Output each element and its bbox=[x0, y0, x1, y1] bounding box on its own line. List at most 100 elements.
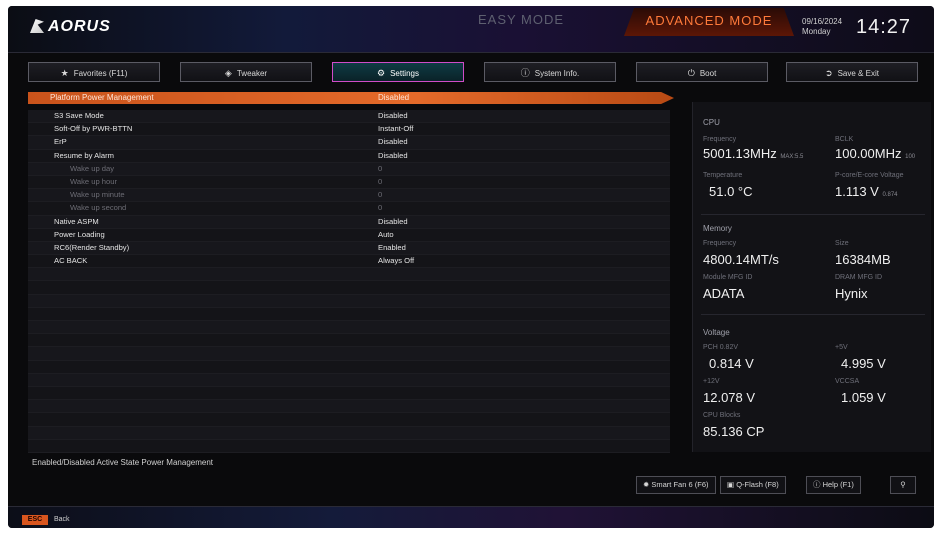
setting-label: ErP bbox=[54, 137, 67, 147]
setting-value[interactable]: Enabled bbox=[378, 242, 406, 254]
setting-row[interactable]: Native ASPM Disabled bbox=[28, 215, 670, 229]
logo-text: AORUS bbox=[48, 18, 111, 35]
bclk-label: BCLK bbox=[835, 136, 854, 143]
setting-label: Wake up minute bbox=[70, 190, 125, 200]
setting-row[interactable]: Resume by Alarm Disabled bbox=[28, 149, 670, 163]
empty-row bbox=[28, 334, 670, 348]
divider bbox=[701, 214, 925, 215]
setting-value[interactable]: Disabled bbox=[378, 216, 408, 228]
exit-icon: ➲ bbox=[825, 68, 833, 78]
setting-row[interactable]: RC6(Render Standby) Enabled bbox=[28, 241, 670, 256]
star-icon: ★ bbox=[60, 68, 69, 78]
setting-label: Wake up second bbox=[70, 203, 127, 213]
setting-row[interactable]: Power Loading Auto bbox=[28, 228, 670, 242]
cpu-temp-value: 51.0 °C bbox=[709, 184, 753, 199]
date-display: 09/16/2024 Monday bbox=[802, 17, 842, 37]
cpu-title: CPU bbox=[703, 118, 720, 127]
section-value: Disabled bbox=[378, 93, 410, 102]
empty-row bbox=[28, 294, 670, 308]
mem-frequency-label: Frequency bbox=[703, 240, 737, 247]
back-label[interactable]: Back bbox=[54, 515, 70, 525]
tweaker-icon: ◈ bbox=[224, 68, 232, 78]
voltage-title: Voltage bbox=[703, 328, 730, 337]
vccsa-value: 1.059 V bbox=[841, 390, 886, 405]
vccsa-label: VCCSA bbox=[835, 378, 860, 385]
tab-label: Tweaker bbox=[236, 69, 268, 78]
footer-bar: ESC Back bbox=[8, 506, 934, 528]
tab-system-info[interactable]: ⓘ System Info. bbox=[484, 62, 616, 82]
bios-window: AORUS EASY MODE ADVANCED MODE 09/16/2024… bbox=[8, 6, 934, 528]
flash-icon: ▣ bbox=[727, 480, 735, 489]
setting-value[interactable]: Disabled bbox=[378, 150, 408, 162]
tab-label: Boot bbox=[699, 69, 717, 78]
setting-label: Soft-Off by PWR-BTTN bbox=[54, 124, 133, 134]
setting-value[interactable]: Auto bbox=[378, 229, 394, 241]
v5-label: +5V bbox=[835, 344, 848, 351]
setting-value: 0 bbox=[378, 176, 383, 186]
easy-mode-button[interactable]: EASY MODE bbox=[478, 12, 564, 27]
help-description: Enabled/Disabled Active State Power Mana… bbox=[32, 458, 213, 467]
dram-mfg-value: Hynix bbox=[835, 286, 868, 301]
help-button[interactable]: ⓘ Help (F1) bbox=[806, 476, 861, 494]
vcore-value: 1.113 V 0.874 bbox=[835, 184, 898, 199]
date-text: 09/16/2024 bbox=[802, 17, 843, 26]
empty-row bbox=[28, 321, 670, 335]
clock-display: 14:27 bbox=[856, 16, 912, 38]
settings-list: Platform Power Management Disabled S3 Sa… bbox=[28, 92, 674, 454]
section-header-platform-power[interactable]: Platform Power Management Disabled bbox=[28, 92, 674, 104]
settings-rows: S3 Save Mode Disabled Soft-Off by PWR-BTTN… bbox=[28, 110, 670, 453]
bclk-value: 100.00MHz 100 bbox=[835, 146, 916, 161]
setting-label: Resume by Alarm bbox=[54, 150, 114, 160]
tab-tweaker[interactable]: ◈ Tweaker bbox=[180, 62, 312, 82]
tab-favorites[interactable]: ★ Favorites (F11) bbox=[28, 62, 160, 82]
cpu-frequency-label: Frequency bbox=[703, 136, 737, 143]
setting-row[interactable]: Soft-Off by PWR-BTTN Instant-Off bbox=[28, 123, 670, 137]
setting-row: Wake up minute 0 bbox=[28, 189, 670, 203]
search-button[interactable]: ⚲ bbox=[890, 476, 916, 494]
tab-label: Favorites (F11) bbox=[73, 69, 128, 78]
setting-label: Power Loading bbox=[54, 229, 105, 239]
info-icon: ⓘ bbox=[520, 68, 530, 78]
system-info-panel: CPU Frequency 5001.13MHz MAX:5.5 BCLK 10… bbox=[692, 102, 931, 452]
module-mfg-label: Module MFG ID bbox=[703, 274, 753, 281]
setting-row[interactable]: S3 Save Mode Disabled bbox=[28, 110, 670, 124]
tab-label: System Info. bbox=[534, 69, 580, 78]
setting-value[interactable]: Always Off bbox=[378, 255, 414, 267]
tab-boot[interactable]: ⏻ Boot bbox=[636, 62, 768, 82]
setting-value[interactable]: Disabled bbox=[378, 110, 408, 122]
setting-value[interactable]: Instant-Off bbox=[378, 123, 413, 135]
empty-row bbox=[28, 426, 670, 440]
cpu-temp-label: Temperature bbox=[703, 172, 743, 179]
setting-label: Native ASPM bbox=[54, 216, 99, 226]
empty-row bbox=[28, 347, 670, 361]
empty-row bbox=[28, 400, 670, 414]
empty-row bbox=[28, 281, 670, 295]
fan-icon: ✹ bbox=[643, 480, 650, 489]
setting-row[interactable]: ErP Disabled bbox=[28, 136, 670, 150]
empty-row bbox=[28, 413, 670, 427]
advanced-mode-button[interactable]: ADVANCED MODE bbox=[624, 8, 794, 36]
tab-label: Save & Exit bbox=[837, 69, 879, 78]
setting-value[interactable]: Disabled bbox=[378, 136, 408, 148]
setting-row: Wake up second 0 bbox=[28, 202, 670, 216]
smart-fan-button[interactable]: ✹ Smart Fan 6 (F6) bbox=[636, 476, 716, 494]
v12-label: +12V bbox=[703, 378, 720, 385]
v5-value: 4.995 V bbox=[841, 356, 886, 371]
dram-mfg-label: DRAM MFG ID bbox=[835, 274, 883, 281]
setting-row[interactable]: AC BACK Always Off bbox=[28, 255, 670, 269]
tab-settings[interactable]: ⚙ Settings bbox=[332, 62, 464, 82]
q-flash-button[interactable]: ▣ Q-Flash (F8) bbox=[720, 476, 786, 494]
mem-size-label: Size bbox=[835, 240, 849, 247]
tab-save-exit[interactable]: ➲ Save & Exit bbox=[786, 62, 918, 82]
setting-label: RC6(Render Standby) bbox=[54, 242, 130, 252]
top-bar: AORUS EASY MODE ADVANCED MODE 09/16/2024… bbox=[8, 6, 934, 53]
setting-value: 0 bbox=[378, 190, 383, 200]
vcore-label: P-core/E-core Voltage bbox=[835, 172, 904, 179]
setting-label: Wake up hour bbox=[70, 176, 117, 186]
esc-key[interactable]: ESC bbox=[22, 515, 48, 525]
cpu-frequency-value: 5001.13MHz MAX:5.5 bbox=[703, 146, 804, 161]
empty-row bbox=[28, 386, 670, 401]
help-icon: ⓘ bbox=[813, 480, 821, 489]
aorus-eagle-icon bbox=[30, 19, 44, 33]
empty-row bbox=[28, 373, 670, 387]
